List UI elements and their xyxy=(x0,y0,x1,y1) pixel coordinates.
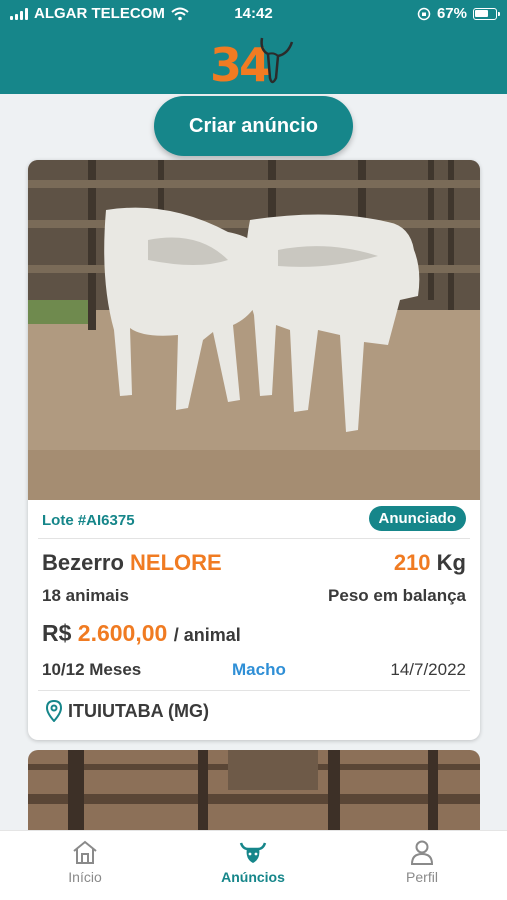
battery-percent: 67% xyxy=(436,5,467,22)
home-icon xyxy=(73,840,97,864)
cattle-photo xyxy=(28,750,480,835)
weight-value: 210 xyxy=(393,550,431,575)
listing-card[interactable] xyxy=(28,750,480,835)
tab-profile[interactable]: Perfil xyxy=(362,839,482,885)
location-label: ITUIUTABA (MG) xyxy=(68,700,209,721)
tab-profile-label: Perfil xyxy=(406,869,438,885)
user-icon xyxy=(410,840,434,865)
tab-home-label: Início xyxy=(68,869,102,885)
lot-code: Lote #AI6375 xyxy=(42,512,135,529)
divider xyxy=(38,690,470,691)
weight: 210 Kg xyxy=(394,550,466,576)
bull-head-icon xyxy=(260,37,294,84)
cattle-icon xyxy=(239,842,267,863)
battery-icon xyxy=(473,7,500,20)
title: Bezerro NELORE xyxy=(42,550,222,576)
create-listing-button[interactable]: Criar anúncio xyxy=(154,96,353,156)
breed-label: NELORE xyxy=(130,550,222,575)
sex-label: Macho xyxy=(232,660,286,679)
animal-count: 18 animais xyxy=(42,586,129,605)
price-unit: / animal xyxy=(173,625,241,645)
orientation-lock-icon xyxy=(417,7,431,20)
status-badge: Anunciado xyxy=(368,506,466,531)
tab-home[interactable]: Início xyxy=(25,839,145,885)
price-currency: R$ xyxy=(42,620,72,646)
age-range: 10/12 Meses xyxy=(42,660,142,679)
status-bar: ALGAR TELECOM 14:42 67% xyxy=(0,0,507,28)
listing-date: 14/7/2022 xyxy=(390,660,466,679)
tab-listings[interactable]: Anúncios xyxy=(193,839,313,885)
app-logo: 34 xyxy=(208,32,300,92)
listing-card[interactable]: Lote #AI6375 Anunciado Bezerro NELORE 21… xyxy=(28,160,480,740)
category-label: Bezerro xyxy=(42,550,124,575)
listing-details: Lote #AI6375 Anunciado Bezerro NELORE 21… xyxy=(28,500,480,740)
weighing-type: Peso em balança xyxy=(328,586,466,605)
divider xyxy=(38,538,470,539)
tab-listings-label: Anúncios xyxy=(221,869,285,885)
price: R$ 2.600,00 / animal xyxy=(42,620,241,647)
price-value: 2.600,00 xyxy=(77,620,168,646)
weight-unit: Kg xyxy=(436,550,466,575)
location-pin-icon xyxy=(46,700,62,722)
location: ITUIUTABA (MG) xyxy=(46,700,209,722)
tab-bar: Início Anúncios Perfil xyxy=(0,830,507,900)
app-header: 34 xyxy=(0,28,507,94)
cattle-photo xyxy=(28,160,480,500)
